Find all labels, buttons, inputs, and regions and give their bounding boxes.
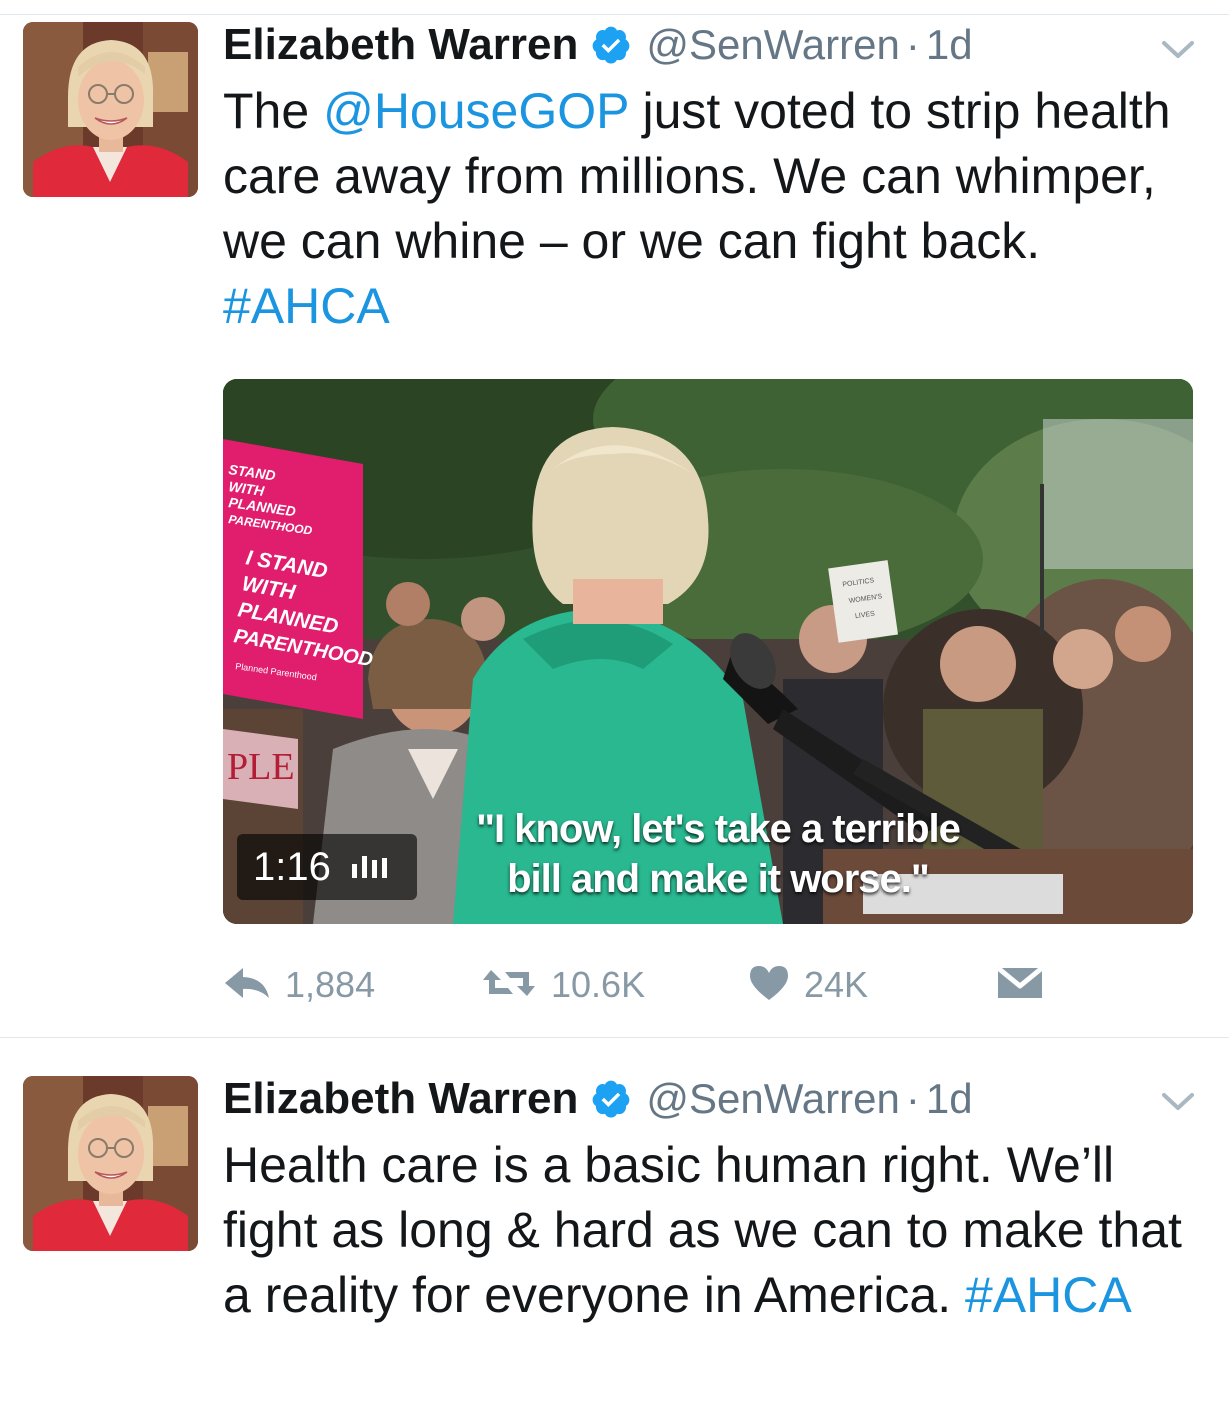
tweet-text: The @HouseGOP just voted to strip health… [223, 79, 1213, 339]
author-name[interactable]: Elizabeth Warren [223, 1074, 578, 1124]
mention-link[interactable]: @HouseGOP [323, 83, 629, 139]
timestamp-separator: · [905, 21, 920, 68]
reply-count: 1,884 [285, 964, 376, 1005]
avatar[interactable] [23, 22, 198, 197]
video-duration: 1:16 [253, 844, 331, 889]
verified-badge-icon [590, 24, 632, 66]
top-divider [0, 14, 1229, 15]
tweet-divider [0, 1037, 1229, 1038]
direct-message-button[interactable] [996, 955, 1044, 1015]
tweet-header: Elizabeth Warren @SenWarren · 1d [223, 1071, 973, 1127]
tweet-header: Elizabeth Warren @SenWarren · 1d [223, 17, 973, 73]
hashtag-link[interactable]: #AHCA [223, 278, 390, 334]
chevron-down-icon[interactable] [1160, 38, 1196, 62]
timestamp[interactable]: 1d [926, 21, 973, 69]
like-button[interactable]: 24K [748, 955, 868, 1015]
direct-message-icon [996, 965, 1044, 1005]
hashtag-link[interactable]: #AHCA [965, 1267, 1132, 1323]
video-caption: "I know, let's take a terrible bill and … [476, 807, 961, 901]
tweet-text: Health care is a basic human right. We’l… [223, 1133, 1213, 1328]
tweet-actions: 1,884 10.6K 24K [223, 955, 1123, 1015]
tweet-text-prefix: The [223, 83, 324, 139]
retweet-count: 10.6K [551, 964, 646, 1005]
timestamp[interactable]: 1d [926, 1075, 973, 1123]
verified-badge-icon [590, 1078, 632, 1120]
sign-partial-text: PLE [227, 746, 295, 788]
retweet-icon [481, 966, 537, 1005]
video-player[interactable]: STAND WITH PLANNED PARENTHOOD I STAND WI… [223, 379, 1193, 924]
reply-button[interactable]: 1,884 [223, 955, 375, 1015]
author-name[interactable]: Elizabeth Warren [223, 20, 578, 70]
chevron-down-icon[interactable] [1160, 1090, 1196, 1114]
author-handle[interactable]: @SenWarren [646, 21, 900, 69]
like-count: 24K [804, 964, 869, 1005]
like-icon [748, 964, 790, 1007]
video-duration-badge: 1:16 [237, 834, 417, 900]
retweet-button[interactable]: 10.6K [481, 955, 645, 1015]
timestamp-separator: · [905, 1075, 920, 1122]
reply-icon [223, 966, 271, 1005]
avatar[interactable] [23, 1076, 198, 1251]
audio-equalizer-icon [351, 856, 389, 878]
author-handle[interactable]: @SenWarren [646, 1075, 900, 1123]
